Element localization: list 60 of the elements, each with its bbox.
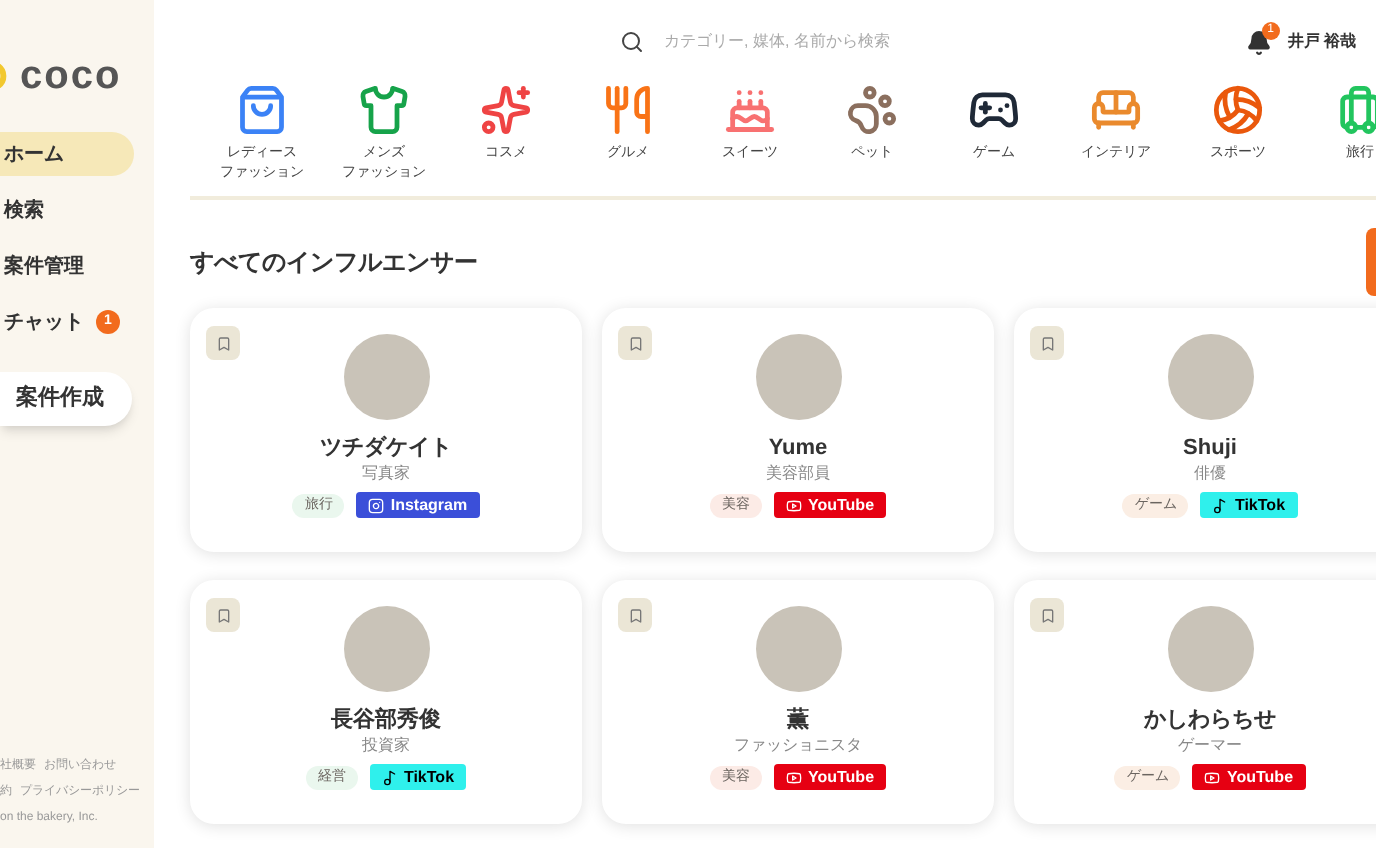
luggage-icon [1334, 84, 1376, 136]
platform-badge: TikTok [1200, 492, 1298, 518]
bookmark-icon [1039, 607, 1055, 623]
shirt-icon [358, 84, 410, 136]
influencer-role: 美容部員 [766, 462, 830, 486]
platform-badge: YouTube [1192, 764, 1306, 790]
bookmark-button[interactable] [618, 598, 652, 632]
bookmark-icon [627, 607, 643, 623]
logo: coco [20, 56, 122, 96]
nav-item[interactable]: 検索 [0, 188, 134, 232]
bookmark-icon [215, 335, 231, 351]
side-tab[interactable] [1366, 228, 1376, 296]
note-icon [381, 769, 398, 785]
cutlery-icon [602, 84, 654, 136]
bookmark-icon [1039, 335, 1055, 351]
influencer-name: ツチダケイト [320, 434, 452, 462]
sofa-icon [1090, 84, 1142, 136]
influencer-name: 薫 [787, 706, 809, 734]
bookmark-icon [215, 607, 231, 623]
avatar-placeholder [343, 334, 429, 420]
influencer-role: ゲーマー [1178, 734, 1242, 758]
search-icon [620, 30, 644, 54]
bookmark-icon [627, 335, 643, 351]
search-field[interactable]: カテゴリー, 媒体, 名前から検索 [620, 30, 1080, 54]
play-icon [1204, 769, 1221, 785]
cake-icon [724, 84, 776, 136]
avatar-placeholder [755, 606, 841, 692]
platform-badge: YouTube [773, 764, 887, 790]
platform-badge: YouTube [773, 492, 887, 518]
influencer-role: ファッショニスタ [734, 734, 862, 758]
avatar-placeholder [343, 606, 429, 692]
bookmark-button[interactable] [618, 326, 652, 360]
play-icon [785, 769, 802, 785]
bookmark-button[interactable] [1030, 326, 1064, 360]
paw-icon [846, 84, 898, 136]
nav-item[interactable]: ホーム [0, 132, 134, 176]
influencer-name: 長谷部秀俊 [331, 706, 441, 734]
avatar-placeholder [755, 334, 841, 420]
bookmark-button[interactable] [206, 598, 240, 632]
section-title: すべてのインフルエンサー [190, 246, 478, 280]
note-icon [1212, 497, 1229, 513]
influencer-name: かしわらちせ [1144, 706, 1276, 734]
influencer-name: Shuji [1183, 434, 1237, 462]
bookmark-button[interactable] [1030, 598, 1064, 632]
bookmark-button[interactable] [206, 326, 240, 360]
bell-icon [1245, 29, 1272, 55]
influencer-role: 俳優 [1194, 462, 1226, 486]
platform-badge: Instagram [356, 492, 480, 518]
avatar-placeholder [1167, 334, 1253, 420]
avatar-placeholder [1167, 606, 1253, 692]
instagram-icon [368, 497, 385, 513]
influencer-name: Yume [768, 434, 828, 462]
create-project-button[interactable]: 案件作成 [0, 372, 132, 426]
influencer-role: 投資家 [362, 734, 410, 758]
influencer-role: 写真家 [362, 462, 410, 486]
nav-item[interactable]: 案件管理 [0, 244, 134, 288]
platform-badge: TikTok [369, 764, 467, 790]
play-icon [785, 497, 802, 513]
ball-icon [1212, 84, 1264, 136]
user-name: 井戸 裕哉 [1287, 30, 1356, 54]
